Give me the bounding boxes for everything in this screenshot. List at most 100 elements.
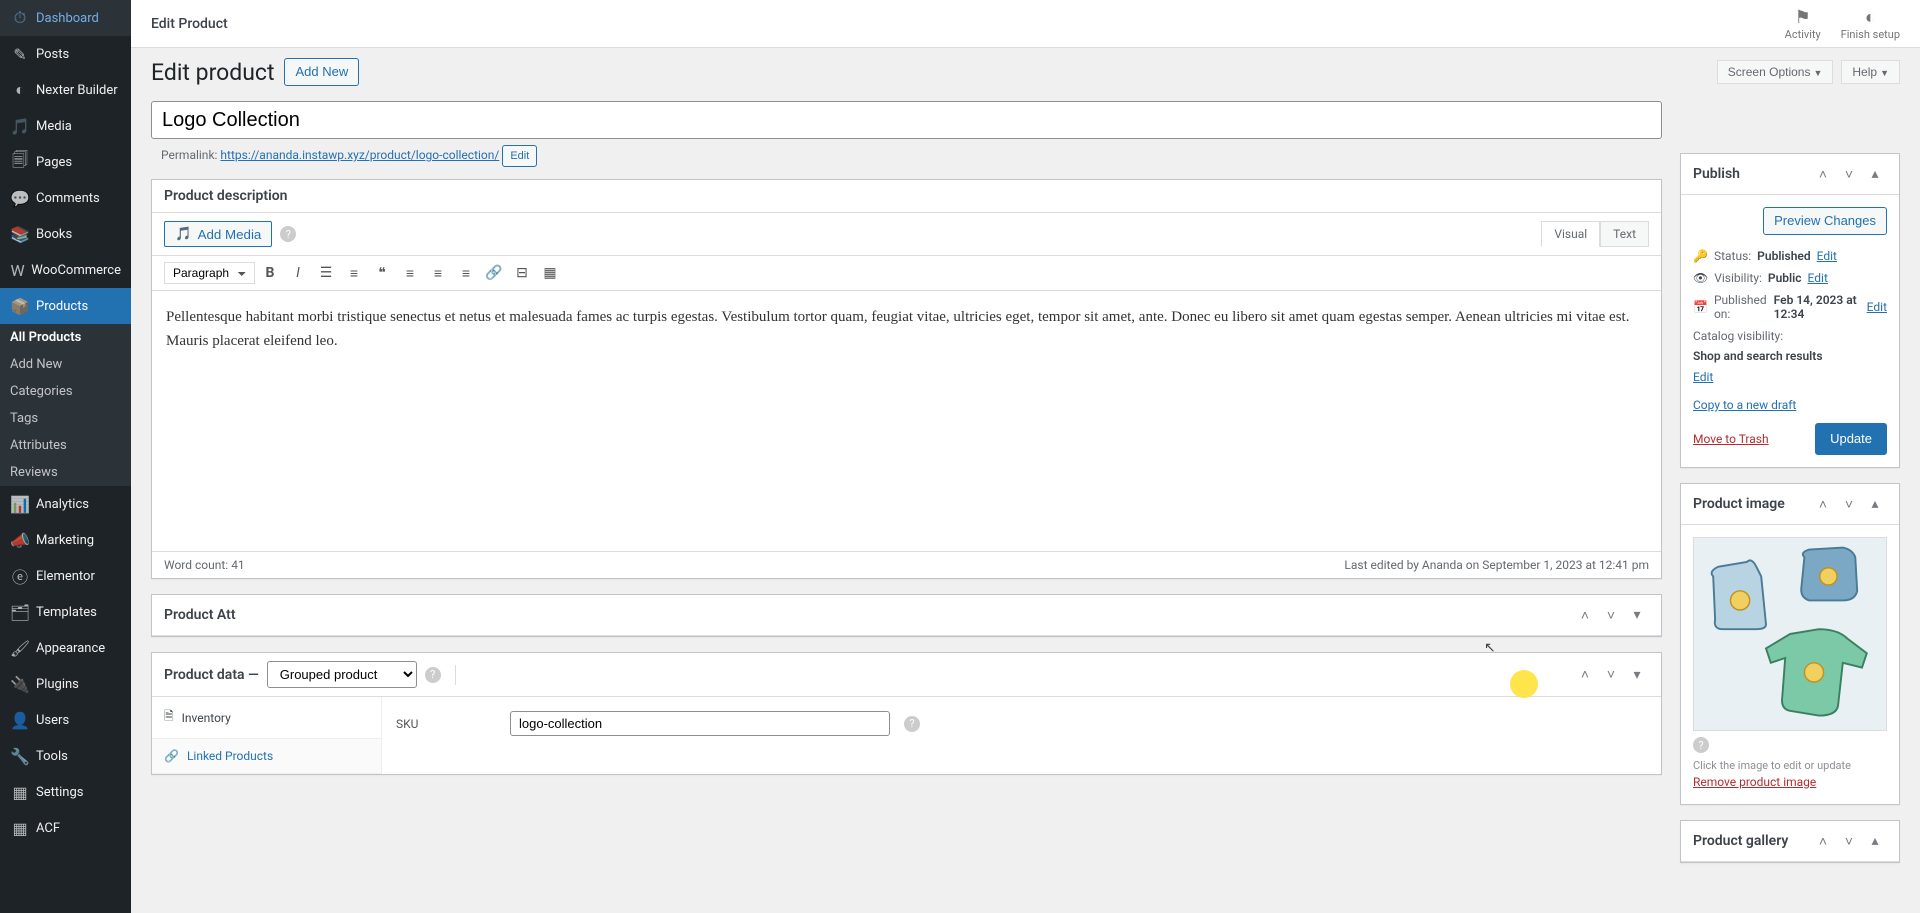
sidebar-item-analytics[interactable]: 📊Analytics	[0, 486, 131, 522]
move-up-icon[interactable]: ˄	[1573, 663, 1597, 687]
copy-draft-link[interactable]: Copy to a new draft	[1693, 395, 1796, 415]
tools-icon: 🔧	[10, 746, 30, 766]
visual-tab[interactable]: Visual	[1541, 221, 1600, 247]
text-tab[interactable]: Text	[1600, 221, 1649, 247]
trash-link[interactable]: Move to Trash	[1693, 429, 1769, 449]
move-up-icon[interactable]: ˄	[1811, 492, 1835, 516]
product-type-select[interactable]: Grouped product	[267, 661, 417, 688]
link-button[interactable]: 🔗	[481, 260, 507, 286]
format-select[interactable]: Paragraph	[164, 262, 255, 284]
sidebar-item-tools[interactable]: 🔧Tools	[0, 738, 131, 774]
published-edit-link[interactable]: Edit	[1867, 300, 1887, 314]
product-title-input[interactable]	[151, 101, 1662, 139]
linked-products-tab[interactable]: 🔗Linked Products	[152, 739, 381, 774]
sku-input[interactable]	[510, 711, 890, 736]
numbered-list-button[interactable]: ≡	[341, 260, 367, 286]
sidebar-item-products[interactable]: 📦Products	[0, 288, 131, 324]
align-left-button[interactable]: ≡	[397, 260, 423, 286]
sidebar-item-marketing[interactable]: 📣Marketing	[0, 522, 131, 558]
sidebar-item-users[interactable]: 👤Users	[0, 702, 131, 738]
toggle-icon[interactable]: ▾	[1625, 663, 1649, 687]
help-button[interactable]: Help▼	[1841, 60, 1900, 84]
submenu-categories[interactable]: Categories	[0, 378, 131, 405]
submenu-tags[interactable]: Tags	[0, 405, 131, 432]
settings-icon: ▦	[10, 782, 30, 802]
bullet-list-button[interactable]: ☰	[313, 260, 339, 286]
catalog-edit-link[interactable]: Edit	[1693, 367, 1713, 387]
elementor-icon: ⓔ	[10, 566, 30, 586]
move-down-icon[interactable]: ˅	[1599, 603, 1623, 627]
sidebar-item-pages[interactable]: 🗐Pages	[0, 144, 131, 180]
sidebar-item-acf[interactable]: ▦ACF	[0, 810, 131, 846]
key-icon: 🔑	[1693, 249, 1708, 263]
move-down-icon[interactable]: ˅	[1599, 663, 1623, 687]
word-count: Word count: 41	[164, 558, 245, 572]
help-icon[interactable]: ?	[280, 226, 296, 242]
move-up-icon[interactable]: ˄	[1811, 829, 1835, 853]
product-description-box: Product description 🎵 Add Media ? Visual…	[151, 179, 1662, 579]
activity-button[interactable]: ⚑ Activity	[1785, 7, 1821, 41]
permalink-url[interactable]: https://ananda.instawp.xyz/product/logo-…	[220, 148, 499, 162]
add-new-button[interactable]: Add New	[284, 58, 359, 86]
bold-button[interactable]: B	[257, 260, 283, 286]
wysiwyg-toolbar: Paragraph B I ☰ ≡ ❝ ≡ ≡ ≡ 🔗 ⊟ ▦	[152, 255, 1661, 291]
toggle-icon[interactable]: ▴	[1863, 492, 1887, 516]
woo-icon: W	[10, 260, 25, 280]
last-edited: Last edited by Ananda on September 1, 20…	[1344, 558, 1649, 572]
sidebar-item-comments[interactable]: 💬Comments	[0, 180, 131, 216]
sidebar-item-appearance[interactable]: 🖌Appearance	[0, 630, 131, 666]
admin-sidebar: ⏱Dashboard ✎Posts ◐Nexter Builder 🎵Media…	[0, 0, 131, 913]
quote-button[interactable]: ❝	[369, 260, 395, 286]
sidebar-item-plugins[interactable]: 🔌Plugins	[0, 666, 131, 702]
readmore-button[interactable]: ⊟	[509, 260, 535, 286]
permalink-edit-button[interactable]: Edit	[502, 145, 537, 167]
highlight-dot	[1510, 670, 1538, 698]
add-media-button[interactable]: 🎵 Add Media	[164, 221, 272, 247]
product-image-thumbnail[interactable]	[1693, 537, 1887, 731]
help-icon[interactable]: ?	[1693, 737, 1709, 753]
product-gallery-box: Product gallery ˄ ˅ ▴	[1680, 820, 1900, 863]
visibility-edit-link[interactable]: Edit	[1808, 271, 1828, 285]
toggle-icon[interactable]: ▴	[1863, 162, 1887, 186]
sidebar-item-posts[interactable]: ✎Posts	[0, 36, 131, 72]
move-up-icon[interactable]: ˄	[1573, 603, 1597, 627]
sidebar-item-nexter[interactable]: ◐Nexter Builder	[0, 72, 131, 108]
submenu-all-products[interactable]: All Products	[0, 324, 131, 351]
move-down-icon[interactable]: ˅	[1837, 829, 1861, 853]
description-editor[interactable]: Pellentesque habitant morbi tristique se…	[152, 291, 1661, 551]
move-up-icon[interactable]: ˄	[1811, 162, 1835, 186]
toolbar-toggle-button[interactable]: ▦	[537, 260, 563, 286]
remove-image-link[interactable]: Remove product image	[1693, 772, 1816, 792]
help-icon[interactable]: ?	[425, 667, 441, 683]
screen-options-button[interactable]: Screen Options▼	[1717, 60, 1834, 84]
sidebar-item-woocommerce[interactable]: WWooCommerce	[0, 252, 131, 288]
status-edit-link[interactable]: Edit	[1817, 249, 1837, 263]
italic-button[interactable]: I	[285, 260, 311, 286]
move-down-icon[interactable]: ˅	[1837, 162, 1861, 186]
sidebar-item-media[interactable]: 🎵Media	[0, 108, 131, 144]
finish-setup-button[interactable]: ◐ Finish setup	[1841, 7, 1900, 41]
align-center-button[interactable]: ≡	[425, 260, 451, 286]
description-title: Product description	[164, 188, 287, 204]
update-button[interactable]: Update	[1815, 423, 1887, 455]
product-data-box: Product data — Grouped product ? ˄ ˅ ▾ 🗎…	[151, 652, 1662, 775]
toggle-icon[interactable]: ▾	[1625, 603, 1649, 627]
image-hint: Click the image to edit or update	[1693, 753, 1887, 772]
submenu-add-new[interactable]: Add New	[0, 351, 131, 378]
submenu-reviews[interactable]: Reviews	[0, 459, 131, 486]
sidebar-item-dashboard[interactable]: ⏱Dashboard	[0, 0, 131, 36]
product-att-box: Product Att ˄ ˅ ▾	[151, 594, 1662, 637]
toggle-icon[interactable]: ▴	[1863, 829, 1887, 853]
sidebar-item-settings[interactable]: ▦Settings	[0, 774, 131, 810]
move-down-icon[interactable]: ˅	[1837, 492, 1861, 516]
submenu-attributes[interactable]: Attributes	[0, 432, 131, 459]
sku-label: SKU	[396, 717, 496, 731]
books-icon: 📚	[10, 224, 30, 244]
sidebar-item-elementor[interactable]: ⓔElementor	[0, 558, 131, 594]
sidebar-item-books[interactable]: 📚Books	[0, 216, 131, 252]
preview-changes-button[interactable]: Preview Changes	[1763, 207, 1887, 235]
help-icon[interactable]: ?	[904, 716, 920, 732]
inventory-tab[interactable]: 🗎Inventory	[152, 697, 381, 739]
sidebar-item-templates[interactable]: 🗂Templates	[0, 594, 131, 630]
align-right-button[interactable]: ≡	[453, 260, 479, 286]
